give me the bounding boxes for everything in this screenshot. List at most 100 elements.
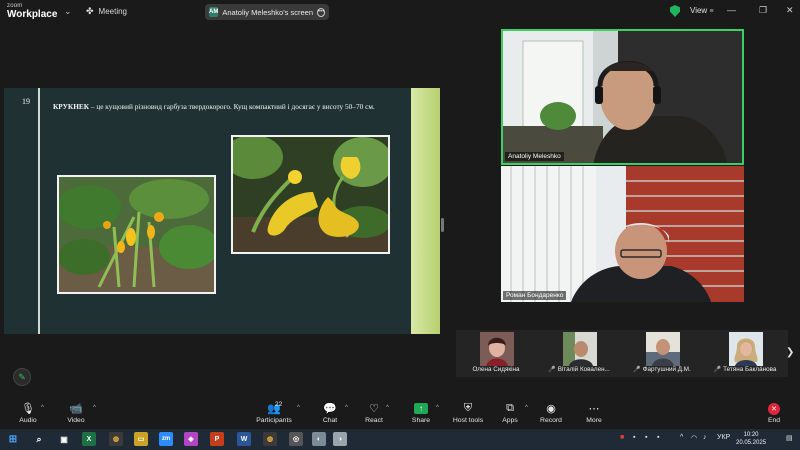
windows-start-icon[interactable]: ⊞ xyxy=(6,432,20,446)
teams-icon[interactable]: ◈ xyxy=(184,432,198,446)
audio-options-chevron-icon[interactable]: ^ xyxy=(41,405,44,411)
share-screen-icon: ↑ xyxy=(414,403,428,414)
react-options-chevron-icon[interactable]: ^ xyxy=(386,405,389,411)
react-label: React xyxy=(365,417,383,424)
participant-name: Anatoliy Meleshko xyxy=(505,152,564,161)
gallery-thumb[interactable]: Олена Сидякіна xyxy=(456,330,536,377)
chat-icon: 💬 xyxy=(323,403,337,415)
view-button[interactable]: View ≡ xyxy=(690,6,714,15)
participants-button[interactable]: 👥 22 Participants xyxy=(249,401,299,424)
chevron-right-icon[interactable]: ❯ xyxy=(786,347,794,358)
title-bar: zoom Workplace ⌄ ✤ Meeting AM Anatoliy M… xyxy=(0,0,800,24)
more-button[interactable]: ⋯ More xyxy=(571,401,617,424)
annotate-pen-icon[interactable]: ✎ xyxy=(13,368,31,386)
meeting-info-button[interactable]: ✤ Meeting xyxy=(86,6,127,17)
shield-icon: ⛨ xyxy=(463,402,473,414)
share-label: Share xyxy=(411,417,431,424)
file-explorer-icon[interactable]: ▭ xyxy=(134,432,148,446)
zoom-window: zoom Workplace ⌄ ✤ Meeting AM Anatoliy M… xyxy=(0,0,800,450)
brand-big: Workplace xyxy=(7,9,58,20)
chat-options-chevron-icon[interactable]: ^ xyxy=(345,405,348,411)
slide-bold-word: КРУКНЕК xyxy=(53,102,90,111)
tray-video-icon[interactable]: ■ xyxy=(620,434,624,441)
gallery-name: Фартушний Д.М. xyxy=(642,366,691,373)
record-icon: ◉ xyxy=(546,403,556,415)
screen-share-indicator[interactable]: AM Anatoliy Meleshko's screen ••• xyxy=(205,4,329,20)
slide-text: КРУКНЕК – це кущовий різновид гарбуза тв… xyxy=(53,101,398,112)
chrome-icon[interactable]: ◍ xyxy=(109,432,123,446)
paw-icon: ✤ xyxy=(86,6,94,16)
end-label: End xyxy=(767,417,781,424)
meeting-label: Meeting xyxy=(98,7,128,16)
record-button[interactable]: ◉ Record xyxy=(528,401,574,424)
task-view-icon[interactable]: ▣ xyxy=(57,432,71,446)
notification-icon[interactable]: ▤ xyxy=(786,434,793,442)
chevron-up-icon[interactable]: ^ xyxy=(680,434,683,441)
audio-button[interactable]: 🎙 Audio xyxy=(5,401,51,424)
share-options-chevron-icon[interactable]: ^ xyxy=(436,405,439,411)
more-icon: ⋯ xyxy=(588,403,600,415)
minimize-icon[interactable]: — xyxy=(727,5,736,15)
close-icon[interactable]: ✕ xyxy=(786,5,794,16)
splitter-handle[interactable] xyxy=(441,218,444,232)
wifi-icon[interactable]: ◠ xyxy=(691,434,697,442)
gallery-name: Віталій Ковален... xyxy=(557,366,610,373)
share-title: Anatoliy Meleshko's screen xyxy=(222,7,313,17)
chrome-icon-2[interactable]: ◍ xyxy=(263,432,277,446)
video-label: Video xyxy=(67,417,85,424)
slide-divider xyxy=(38,88,40,334)
zoom-icon[interactable]: zm xyxy=(159,432,173,446)
video-tile-active-speaker[interactable]: Anatoliy Meleshko xyxy=(501,29,744,165)
clock-date: 20.05.2025 xyxy=(736,440,767,446)
search-icon[interactable]: ⌕ xyxy=(32,432,46,446)
language-indicator[interactable]: УКР xyxy=(717,434,730,441)
tray-icon-2[interactable]: ▪ xyxy=(645,434,647,441)
gallery-name: Тетяна Баклáнова xyxy=(723,366,777,373)
chevron-down-icon[interactable]: ⌄ xyxy=(64,6,72,17)
gallery-thumb[interactable]: 🎤 Фартушний Д.М. xyxy=(622,330,702,377)
video-off-icon: 📹 xyxy=(69,403,83,415)
tray-icon-3[interactable]: ▪ xyxy=(657,434,659,441)
gallery-thumb[interactable]: 🎤 Тетяна Баклáнова xyxy=(705,330,785,377)
crookneck-squash-photo xyxy=(231,135,390,254)
host-tools-button[interactable]: ⛨ Host tools xyxy=(445,401,491,424)
apps-icon: ⧉ xyxy=(506,402,514,414)
chat-label: Chat xyxy=(322,417,338,424)
muted-mic-icon: 🎤 xyxy=(548,367,556,373)
end-call-icon: ✕ xyxy=(768,402,780,415)
powerpoint-icon[interactable]: P xyxy=(210,432,224,446)
gallery-thumb[interactable]: 🎤 Віталій Ковален... xyxy=(539,330,619,377)
video-options-chevron-icon[interactable]: ^ xyxy=(93,405,96,411)
shield-icon[interactable] xyxy=(670,5,680,17)
muted-mic-icon: 🎤 xyxy=(713,367,722,373)
more-label: More xyxy=(586,417,602,424)
shared-screen[interactable]: 19 КРУКНЕК – це кущовий різновид гарбуза… xyxy=(4,88,440,334)
excel-icon[interactable]: X xyxy=(82,432,96,446)
host-tools-label: Host tools xyxy=(452,417,484,424)
react-button[interactable]: ♡ React xyxy=(351,401,397,424)
participants-options-chevron-icon[interactable]: ^ xyxy=(297,405,300,411)
more-options-icon[interactable]: ••• xyxy=(317,7,326,17)
app-icon[interactable]: ◎ xyxy=(289,432,303,446)
participant-video-thumb xyxy=(646,332,680,366)
tray-icon[interactable]: ▪ xyxy=(633,434,635,441)
maximize-icon[interactable]: ❐ xyxy=(759,5,767,16)
participant-video-thumb xyxy=(729,332,763,366)
apps-label: Apps xyxy=(502,417,518,424)
view-label: View xyxy=(690,6,708,15)
end-meeting-button[interactable]: ✕ End xyxy=(751,401,797,424)
participant-video-thumb xyxy=(563,332,597,366)
word-icon[interactable]: W xyxy=(237,432,251,446)
zoom-logo[interactable]: zoom Workplace xyxy=(7,3,57,20)
video-tile[interactable]: Роман Бондаренко xyxy=(501,166,744,302)
slide-body: – це кущовий різновид гарбуза твердокоро… xyxy=(89,102,375,111)
app-icon-2[interactable]: ◐ xyxy=(312,432,326,446)
participants-label: Participants xyxy=(256,417,292,424)
heart-icon: ♡ xyxy=(369,403,379,415)
participant-video-thumb xyxy=(480,332,514,366)
app-icon-3[interactable]: ◑ xyxy=(333,432,347,446)
muted-mic-icon: 🎤 xyxy=(633,367,641,373)
zucchini-plant-photo xyxy=(57,175,216,294)
speaker-icon[interactable]: ♪ xyxy=(703,434,707,441)
clock[interactable]: 10:20 20.05.2025 xyxy=(736,431,766,447)
